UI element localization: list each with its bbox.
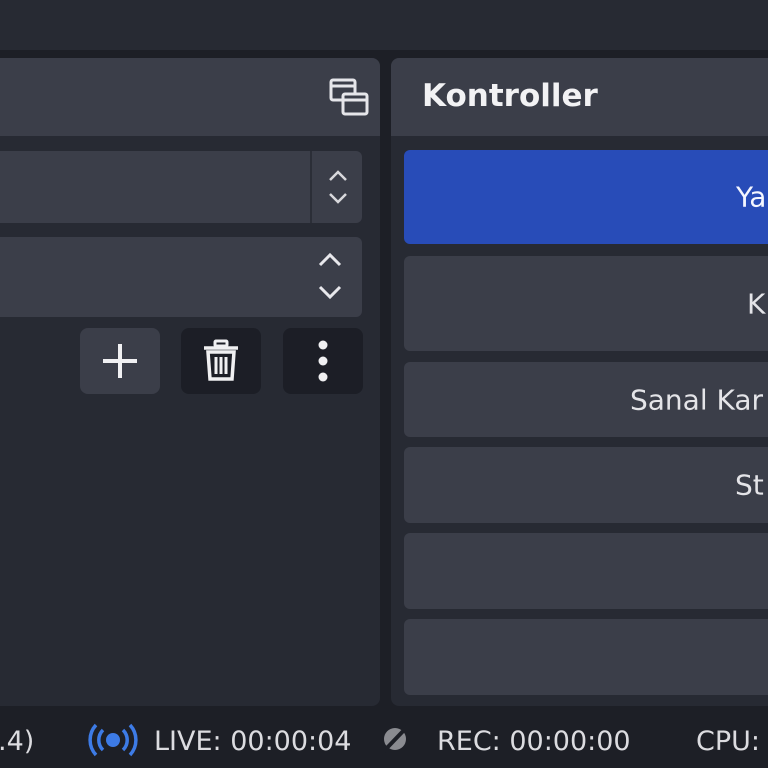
spin-box-2[interactable] [0,237,362,317]
button-label: St [735,468,764,502]
controls-dock-header: Kontroller [391,58,768,136]
chevron-up-icon[interactable] [324,167,352,185]
window-top-bar [0,0,768,50]
status-bar: .4) LIVE: 00:00:04 REC: 00:00:00 CPU: [0,710,768,768]
exit-button[interactable] [404,619,768,695]
live-timer: LIVE: 00:00:04 [154,726,352,757]
button-label: K [747,287,766,320]
start-streaming-button[interactable]: Ya [404,150,768,244]
rec-timer: REC: 00:00:00 [437,726,631,757]
settings-button[interactable] [404,533,768,609]
trash-icon [204,339,238,381]
studio-mode-button[interactable]: St [404,447,768,523]
delete-button[interactable] [181,328,261,394]
recording-off-icon [382,725,409,753]
spin-divider [310,151,312,223]
plus-icon [103,344,137,378]
virtual-camera-button[interactable]: Sanal Kar [404,362,768,437]
cpu-usage: CPU: [696,726,760,757]
chevron-up-icon[interactable] [316,251,344,269]
undock-icon[interactable] [327,76,371,120]
more-options-button[interactable] [283,328,363,394]
button-label: Sanal Kar [630,383,764,416]
spin-box-1[interactable] [0,151,362,223]
start-recording-button[interactable]: K [404,256,768,351]
version-text: .4) [0,726,35,757]
chevron-down-icon[interactable] [316,283,344,301]
add-button[interactable] [80,328,160,394]
broadcast-icon [88,723,138,757]
controls-title: Kontroller [422,78,598,114]
kebab-menu-icon [318,340,328,382]
chevron-down-icon[interactable] [324,189,352,207]
button-label: Ya [736,180,767,214]
left-dock-header [0,58,380,136]
